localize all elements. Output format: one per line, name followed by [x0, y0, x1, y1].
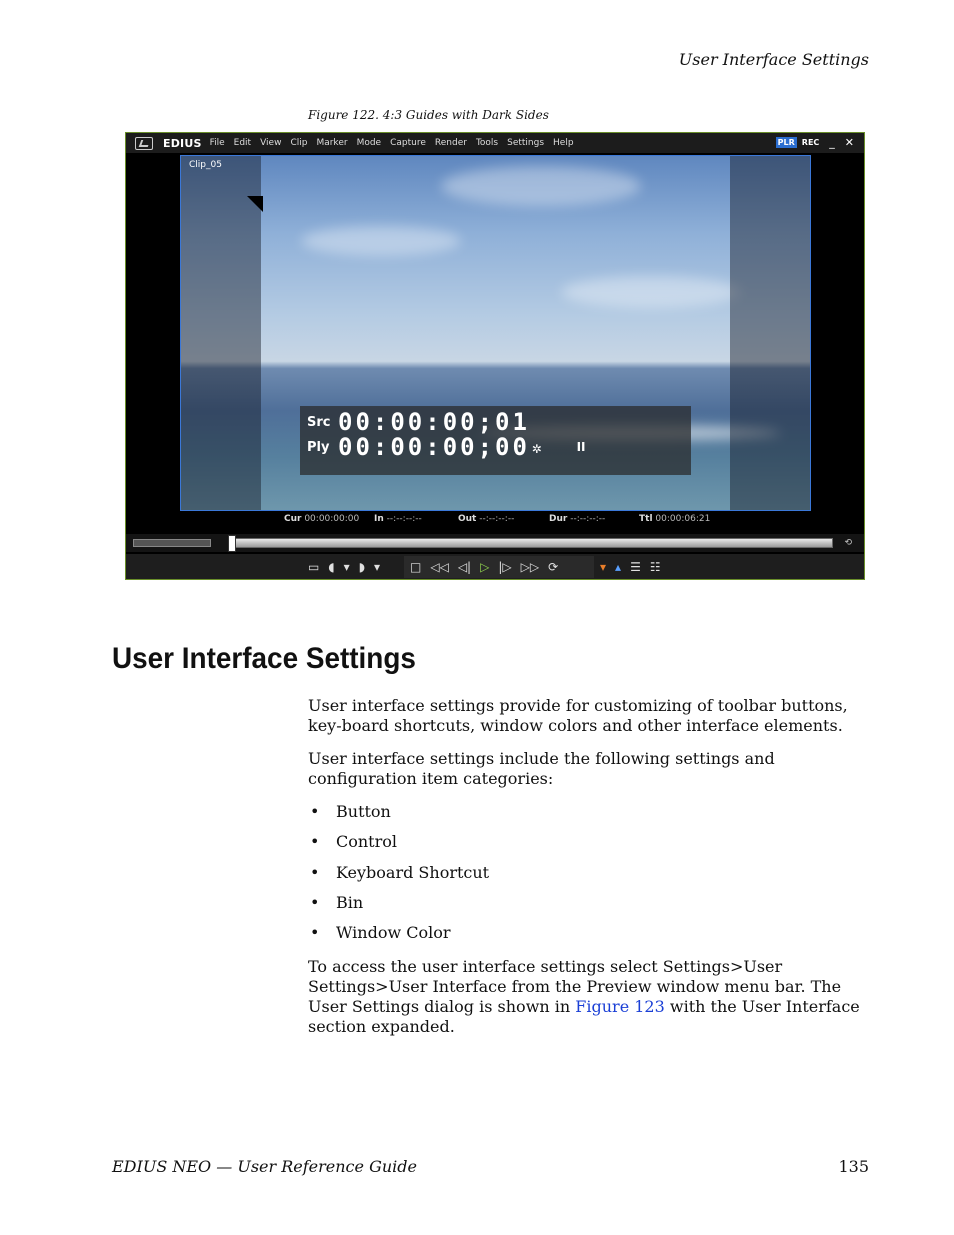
dark-side-right [730, 156, 810, 510]
shuttle-slider[interactable] [133, 539, 211, 547]
figure-caption: Figure 122. 4:3 Guides with Dark Sides [308, 108, 549, 122]
figure-123-link[interactable]: Figure 123 [575, 997, 665, 1016]
grass-valley-logo-icon [135, 136, 153, 150]
loop-icon[interactable]: ⟲ [844, 538, 852, 548]
footer-guide-title: EDIUS NEO — User Reference Guide [112, 1157, 417, 1176]
cur-value: 00:00:00:00 [304, 514, 360, 524]
category-list: Button Control Keyboard Shortcut Bin Win… [308, 802, 868, 953]
menu-clip[interactable]: Clip [290, 138, 307, 148]
menu-file[interactable]: File [210, 138, 225, 148]
playback-toolbar: ▭ ◖ ▾ ◗ ▾ □ ◁◁ ◁| ▷ |▷ ▷▷ ⟳ ▾ ▴ ☰ ☷ [126, 554, 864, 579]
transport-button-group: □ ◁◁ ◁| ▷ |▷ ▷▷ ⟳ [404, 556, 594, 578]
list-item: Button [308, 802, 868, 832]
menu-tools[interactable]: Tools [476, 138, 498, 148]
dur-label: Dur [549, 514, 568, 524]
minimize-icon[interactable]: _ [829, 136, 835, 149]
menu-marker[interactable]: Marker [316, 138, 347, 148]
mark-button-group: ▭ ◖ ▾ ◗ ▾ [302, 556, 402, 578]
timecode-info-bar: Cur 00:00:00:00 In --:--:--:-- Out --:--… [126, 513, 864, 527]
ttl-info: Ttl 00:00:06:21 [639, 514, 710, 524]
cloud [301, 226, 461, 256]
list-item: Window Color [308, 923, 868, 953]
stop-icon[interactable]: □ [410, 561, 421, 573]
in-label: In [374, 514, 384, 524]
out-value: --:--:--:-- [479, 514, 515, 524]
list-item: Control [308, 832, 868, 862]
dur-value: --:--:--:-- [570, 514, 606, 524]
video-preview: Clip_05 Src 00:00:00;01 Ply 00:00:00;00 … [180, 155, 811, 511]
src-label: Src [307, 414, 331, 430]
cloud [441, 166, 641, 206]
set-out-icon[interactable]: ◗ [359, 561, 365, 573]
insert-icon[interactable]: ▾ [600, 561, 606, 573]
overwrite-icon[interactable]: ▴ [615, 561, 621, 573]
out-label: Out [458, 514, 477, 524]
ply-label: Ply [307, 439, 330, 455]
in-value: --:--:--:-- [386, 514, 422, 524]
ply-timecode-row: Ply 00:00:00;00 ✲ II [307, 433, 586, 461]
timeline-settings-icon[interactable]: ☷ [650, 561, 661, 573]
rec-toggle-button[interactable]: REC [802, 138, 820, 147]
paragraph-intro: User interface settings provide for cust… [308, 696, 848, 735]
section-heading: User Interface Settings [112, 642, 416, 675]
set-in-icon[interactable]: ◖ [328, 561, 334, 573]
close-icon[interactable]: ✕ [845, 136, 854, 149]
list-item: Bin [308, 893, 868, 923]
timecode-overlay: Src 00:00:00;01 Ply 00:00:00;00 ✲ II [300, 406, 691, 475]
edit-button-group: ▾ ▴ ☰ ☷ [594, 556, 704, 578]
step-forward-icon[interactable]: |▷ [498, 561, 511, 573]
clip-icon[interactable]: ▭ [308, 561, 319, 573]
play-icon[interactable]: ▷ [480, 561, 489, 573]
in-info: In --:--:--:-- [374, 514, 422, 524]
menu-bar: EDIUS File Edit View Clip Marker Mode Ca… [126, 133, 864, 153]
ply-marker-icon: ✲ [531, 437, 545, 457]
menu-edit[interactable]: Edit [234, 138, 251, 148]
scrub-bar: ⟲ [126, 534, 864, 552]
ttl-label: Ttl [639, 514, 653, 524]
paragraph-categories: User interface settings include the foll… [308, 749, 775, 788]
cur-label: Cur [284, 514, 302, 524]
menu-view[interactable]: View [260, 138, 281, 148]
running-header: User Interface Settings [678, 50, 869, 69]
chevron-down-icon[interactable]: ▾ [374, 561, 380, 573]
src-timecode: 00:00:00;01 [338, 408, 530, 436]
out-info: Out --:--:--:-- [458, 514, 514, 524]
app-brand: EDIUS [163, 136, 202, 150]
step-back-icon[interactable]: ◁| [458, 561, 471, 573]
list-item: Keyboard Shortcut [308, 863, 868, 893]
src-timecode-row: Src 00:00:00;01 [307, 408, 530, 436]
menu-mode[interactable]: Mode [357, 138, 382, 148]
fast-forward-icon[interactable]: ▷▷ [521, 561, 539, 573]
dur-info: Dur --:--:--:-- [549, 514, 605, 524]
pause-icon: II [576, 440, 586, 454]
ply-timecode: 00:00:00;00 [338, 433, 530, 461]
timeline-add-icon[interactable]: ☰ [630, 561, 641, 573]
page-number: 135 [838, 1157, 869, 1176]
window-controls: PLR REC _ ✕ [775, 136, 854, 149]
chevron-down-icon[interactable]: ▾ [344, 561, 350, 573]
playhead-handle[interactable] [228, 535, 236, 552]
rewind-icon[interactable]: ◁◁ [430, 561, 448, 573]
position-track[interactable] [229, 538, 833, 548]
loop-play-icon[interactable]: ⟳ [548, 561, 558, 573]
clip-name-label: Clip_05 [189, 160, 222, 170]
cur-info: Cur 00:00:00:00 [284, 514, 359, 524]
cloud [561, 276, 741, 308]
ttl-value: 00:00:06:21 [655, 514, 711, 524]
preview-window-screenshot: EDIUS File Edit View Clip Marker Mode Ca… [125, 132, 865, 580]
menu-render[interactable]: Render [435, 138, 467, 148]
guide-corner-marker [247, 196, 263, 212]
plr-toggle-button[interactable]: PLR [775, 137, 797, 148]
menu-capture[interactable]: Capture [390, 138, 426, 148]
menu-help[interactable]: Help [553, 138, 574, 148]
menu-settings[interactable]: Settings [507, 138, 544, 148]
paragraph-access: To access the user interface settings se… [308, 957, 868, 1037]
